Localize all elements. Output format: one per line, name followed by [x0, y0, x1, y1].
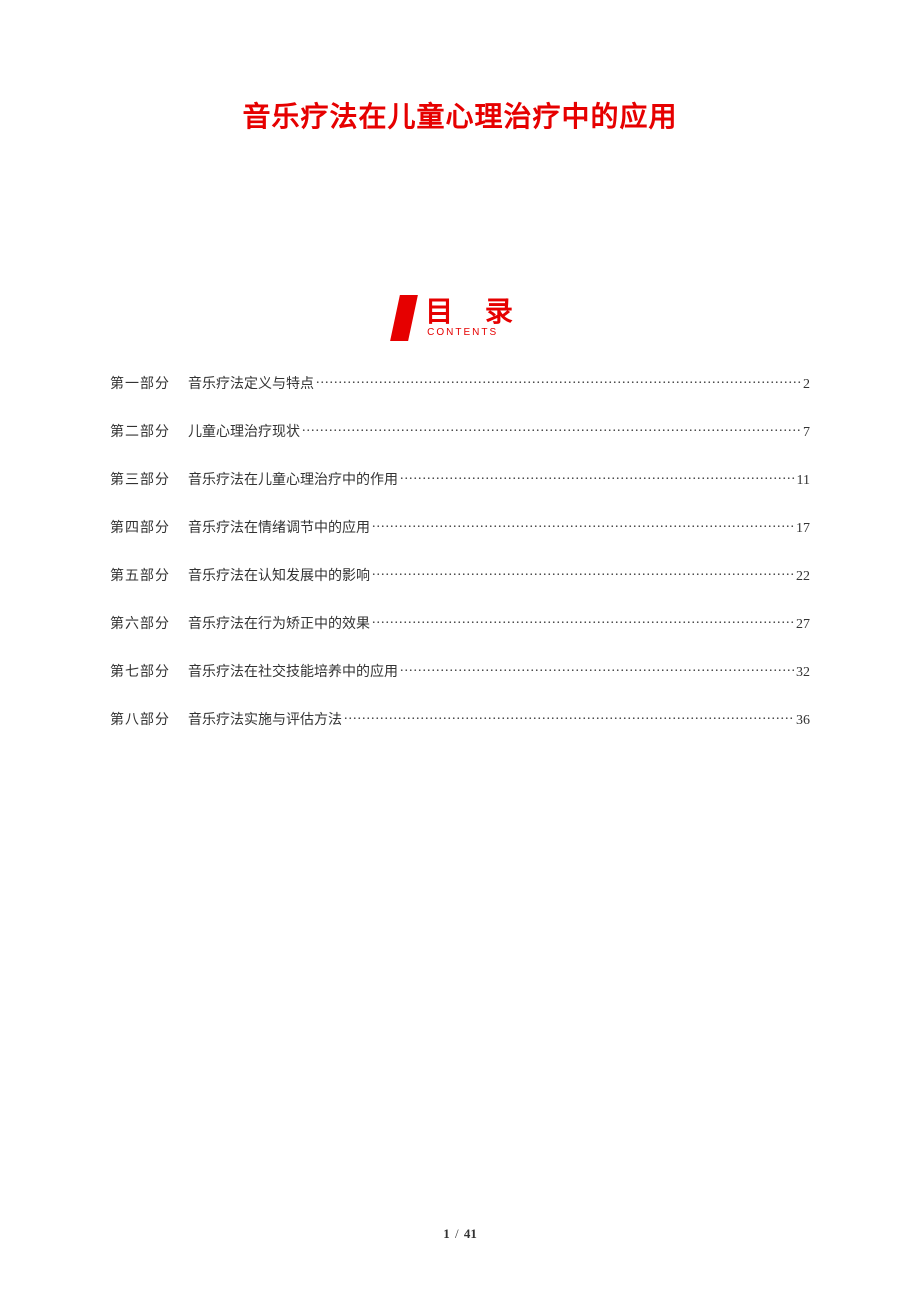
- toc-page: 17: [796, 521, 810, 537]
- footer-separator: /: [453, 1226, 461, 1241]
- toc-page: 27: [796, 617, 810, 633]
- toc-row: 第七部分 音乐疗法在社交技能培养中的应用 32: [110, 661, 810, 681]
- toc-title-cn: 目 录: [425, 298, 525, 326]
- toc-part: 第四部分: [110, 517, 188, 537]
- toc-part: 第八部分: [110, 709, 188, 729]
- toc-row: 第八部分 音乐疗法实施与评估方法 36: [110, 709, 810, 729]
- toc-header: 目 录 CONTENTS: [110, 295, 810, 341]
- toc-page: 36: [796, 713, 810, 729]
- toc-name: 音乐疗法在儿童心理治疗中的作用: [188, 469, 398, 489]
- toc-name: 音乐疗法实施与评估方法: [188, 709, 342, 729]
- page-footer: 1 / 41: [0, 1226, 920, 1242]
- toc-row: 第二部分 儿童心理治疗现状 7: [110, 421, 810, 441]
- toc-mark-icon: [390, 295, 418, 341]
- toc-part: 第一部分: [110, 373, 188, 393]
- toc-part: 第五部分: [110, 565, 188, 585]
- toc-dots: [344, 710, 794, 724]
- toc-name: 音乐疗法在社交技能培养中的应用: [188, 661, 398, 681]
- toc-dots: [372, 518, 794, 532]
- toc-page: 2: [803, 377, 810, 393]
- toc-part: 第七部分: [110, 661, 188, 681]
- toc-title-en: CONTENTS: [427, 328, 498, 338]
- toc-row: 第三部分 音乐疗法在儿童心理治疗中的作用 11: [110, 469, 810, 489]
- toc-row: 第一部分 音乐疗法定义与特点 2: [110, 373, 810, 393]
- toc-page: 22: [796, 569, 810, 585]
- toc-name: 音乐疗法在行为矫正中的效果: [188, 613, 370, 633]
- toc-title-block: 目 录 CONTENTS: [425, 298, 525, 338]
- footer-total-pages: 41: [464, 1226, 477, 1241]
- toc-name: 儿童心理治疗现状: [188, 421, 300, 441]
- toc-dots: [372, 566, 794, 580]
- document-title: 音乐疗法在儿童心理治疗中的应用: [110, 95, 810, 135]
- toc-page: 11: [797, 473, 810, 489]
- toc-dots: [316, 374, 801, 388]
- toc-row: 第四部分 音乐疗法在情绪调节中的应用 17: [110, 517, 810, 537]
- toc-part: 第三部分: [110, 469, 188, 489]
- toc-part: 第六部分: [110, 613, 188, 633]
- toc-dots: [372, 614, 794, 628]
- toc-dots: [400, 662, 794, 676]
- toc-row: 第六部分 音乐疗法在行为矫正中的效果 27: [110, 613, 810, 633]
- toc-name: 音乐疗法在认知发展中的影响: [188, 565, 370, 585]
- toc-part: 第二部分: [110, 421, 188, 441]
- toc-row: 第五部分 音乐疗法在认知发展中的影响 22: [110, 565, 810, 585]
- footer-current-page: 1: [443, 1226, 450, 1241]
- toc-name: 音乐疗法定义与特点: [188, 373, 314, 393]
- toc-list: 第一部分 音乐疗法定义与特点 2 第二部分 儿童心理治疗现状 7 第三部分 音乐…: [110, 373, 810, 729]
- toc-dots: [400, 470, 795, 484]
- toc-page: 32: [796, 665, 810, 681]
- document-page: 音乐疗法在儿童心理治疗中的应用 目 录 CONTENTS 第一部分 音乐疗法定义…: [0, 0, 920, 729]
- toc-page: 7: [803, 425, 810, 441]
- toc-dots: [302, 422, 801, 436]
- toc-name: 音乐疗法在情绪调节中的应用: [188, 517, 370, 537]
